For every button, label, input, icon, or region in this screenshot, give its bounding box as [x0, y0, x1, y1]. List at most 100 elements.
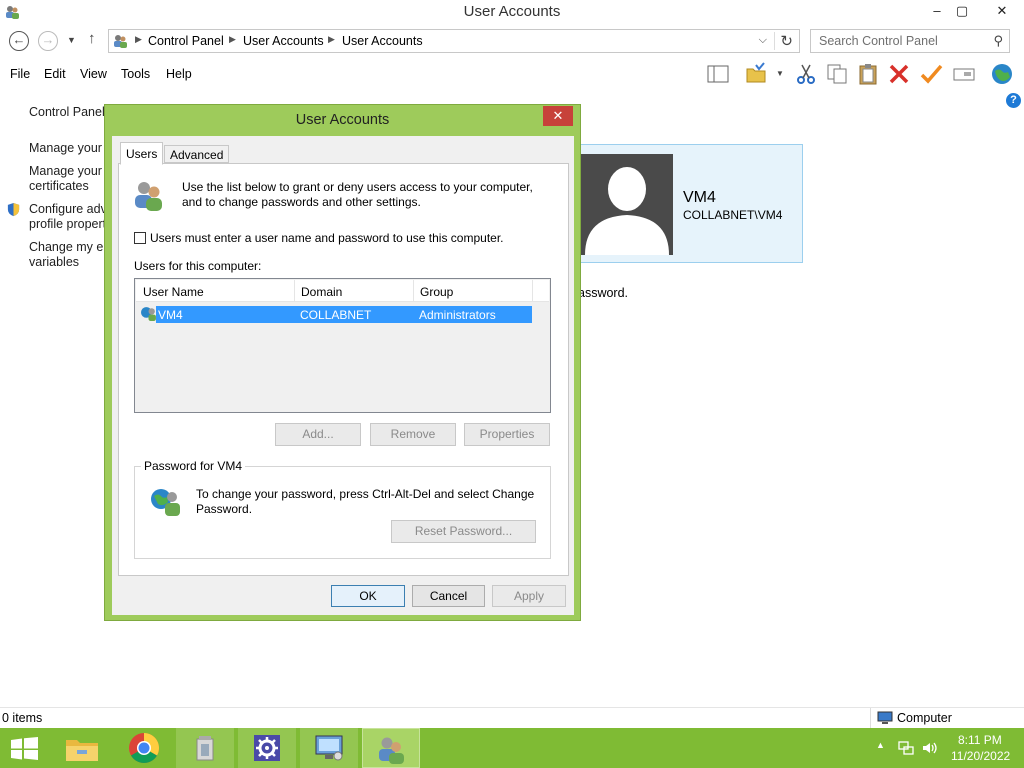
nav-profile-properties[interactable]: profile propert	[29, 217, 106, 231]
breadcrumb-separator-icon[interactable]: ▶	[328, 34, 335, 45]
breadcrumb-control-panel[interactable]: Control Panel	[148, 34, 224, 48]
user-silhouette-icon	[585, 167, 669, 255]
recycle-tool-icon	[196, 736, 214, 761]
row-group: Administrators	[419, 308, 496, 322]
help-icon[interactable]: ?	[1006, 93, 1021, 108]
breadcrumb-user-accounts-current[interactable]: User Accounts	[342, 34, 423, 48]
globe-icon[interactable]	[990, 62, 1014, 86]
table-row[interactable]: VM4 COLLABNET Administrators	[156, 306, 532, 323]
window-titlebar: User Accounts – ▢ ✕	[0, 0, 1024, 24]
user-domain: COLLABNET\VM4	[683, 208, 783, 222]
nav-control-panel-home[interactable]: Control Panel	[29, 105, 105, 119]
nav-variables[interactable]: variables	[29, 255, 79, 269]
clock-time[interactable]: 8:11 PM	[958, 733, 1002, 747]
taskbar-chrome[interactable]	[115, 728, 173, 768]
password-link-fragment[interactable]: assword.	[578, 286, 628, 300]
rename-icon[interactable]	[952, 62, 976, 86]
nav-change-environment[interactable]: Change my en	[29, 240, 110, 254]
recent-pages-chevron-icon[interactable]: ▼	[67, 35, 76, 45]
menu-view[interactable]: View	[80, 67, 107, 81]
nav-configure-advanced-profile[interactable]: Configure adv	[29, 202, 107, 216]
search-icon[interactable]: ⚲	[993, 33, 1003, 49]
user-accounts-icon	[379, 737, 404, 764]
column-divider[interactable]	[532, 280, 533, 302]
nav-manage-credentials[interactable]: Manage your c	[29, 141, 112, 155]
avatar	[581, 154, 673, 255]
password-text-line2: Password.	[196, 502, 253, 516]
properties-button[interactable]: Properties	[464, 423, 550, 446]
column-group[interactable]: Group	[420, 285, 453, 299]
start-button[interactable]	[0, 728, 50, 768]
password-group-title: Password for VM4	[141, 459, 246, 473]
paste-icon[interactable]	[856, 62, 880, 86]
folder-options-chevron-icon[interactable]: ▼	[776, 69, 784, 78]
close-window-button[interactable]: ✕	[988, 0, 1016, 22]
taskbar-file-explorer[interactable]	[53, 728, 111, 768]
uac-shield-icon	[7, 202, 20, 217]
maximize-button[interactable]: ▢	[948, 0, 976, 22]
users-icon	[135, 182, 162, 211]
apply-button[interactable]: Apply	[492, 585, 566, 607]
require-login-checkbox[interactable]	[134, 232, 146, 244]
taskbar-recycle-tool[interactable]	[176, 728, 234, 768]
computer-icon	[877, 711, 893, 724]
volume-icon[interactable]	[921, 740, 937, 756]
network-icon[interactable]	[898, 740, 914, 756]
delete-icon[interactable]	[887, 62, 911, 86]
domain-user-icon	[141, 307, 156, 321]
taskbar: ▲ 8:11 PM 11/20/2022	[0, 728, 1024, 768]
dialog-close-button[interactable]: ✕	[543, 106, 573, 126]
column-domain[interactable]: Domain	[301, 285, 342, 299]
remote-desktop-icon	[315, 735, 343, 761]
domain-user-icon	[151, 489, 180, 516]
show-hidden-icons-chevron-icon[interactable]: ▲	[876, 740, 885, 750]
address-box[interactable]: ▶ Control Panel ▶ User Accounts ▶ User A…	[108, 29, 800, 53]
taskbar-user-accounts[interactable]	[362, 728, 420, 768]
users-list[interactable]: User Name Domain Group VM4 COLLABNET Adm…	[134, 278, 551, 413]
address-dropdown-chevron-icon[interactable]: ⌵	[759, 34, 767, 47]
breadcrumb-separator-icon[interactable]: ▶	[229, 34, 236, 45]
menu-tools[interactable]: Tools	[121, 67, 150, 81]
tab-advanced[interactable]: Advanced	[164, 145, 230, 163]
menu-bar: File Edit View Tools Help	[0, 62, 700, 86]
taskbar-settings[interactable]	[238, 728, 296, 768]
password-text-line1: To change your password, press Ctrl-Alt-…	[196, 487, 535, 501]
refresh-icon[interactable]: ↻	[780, 32, 793, 50]
tab-users[interactable]: Users	[120, 142, 164, 165]
menu-file[interactable]: File	[10, 67, 30, 81]
cut-icon[interactable]	[794, 62, 818, 86]
cancel-button[interactable]: Cancel	[412, 585, 485, 607]
require-login-label[interactable]: Users must enter a user name and passwor…	[150, 231, 504, 245]
column-user-name[interactable]: User Name	[143, 285, 204, 299]
user-card: VM4 COLLABNET\VM4	[572, 144, 803, 263]
user-accounts-dialog: User Accounts ✕ Users Advanced Use the l…	[104, 104, 581, 621]
add-button[interactable]: Add...	[275, 423, 361, 446]
column-divider[interactable]	[413, 280, 414, 302]
forward-button[interactable]: →	[38, 31, 58, 51]
search-input[interactable]: Search Control Panel ⚲	[810, 29, 1010, 53]
dialog-title: User Accounts	[295, 112, 390, 128]
menu-edit[interactable]: Edit	[44, 67, 66, 81]
properties-check-icon[interactable]	[919, 62, 943, 86]
nav-certificates[interactable]: certificates	[29, 179, 89, 193]
up-arrow-icon[interactable]: ↑	[88, 30, 96, 47]
divider	[774, 32, 775, 50]
copy-icon[interactable]	[825, 62, 849, 86]
status-bar: 0 items Computer	[0, 707, 1024, 728]
back-button[interactable]: ←	[9, 31, 29, 51]
clock-date[interactable]: 11/20/2022	[951, 749, 1010, 763]
reset-password-button[interactable]: Reset Password...	[391, 520, 536, 543]
folder-options-icon[interactable]	[744, 62, 768, 86]
menu-help[interactable]: Help	[166, 67, 192, 81]
taskbar-remote-desktop[interactable]	[300, 728, 358, 768]
remove-button[interactable]: Remove	[370, 423, 456, 446]
window-title: User Accounts	[463, 3, 561, 20]
breadcrumb-separator-icon[interactable]: ▶	[135, 34, 142, 45]
breadcrumb-user-accounts[interactable]: User Accounts	[243, 34, 324, 48]
column-divider[interactable]	[294, 280, 295, 302]
nav-manage-file-encryption[interactable]: Manage your f	[29, 164, 109, 178]
layout-icon[interactable]	[706, 62, 730, 86]
users-tab-panel: Use the list below to grant or deny user…	[118, 163, 569, 576]
ok-button[interactable]: OK	[331, 585, 405, 607]
minimize-button[interactable]: –	[923, 0, 951, 22]
